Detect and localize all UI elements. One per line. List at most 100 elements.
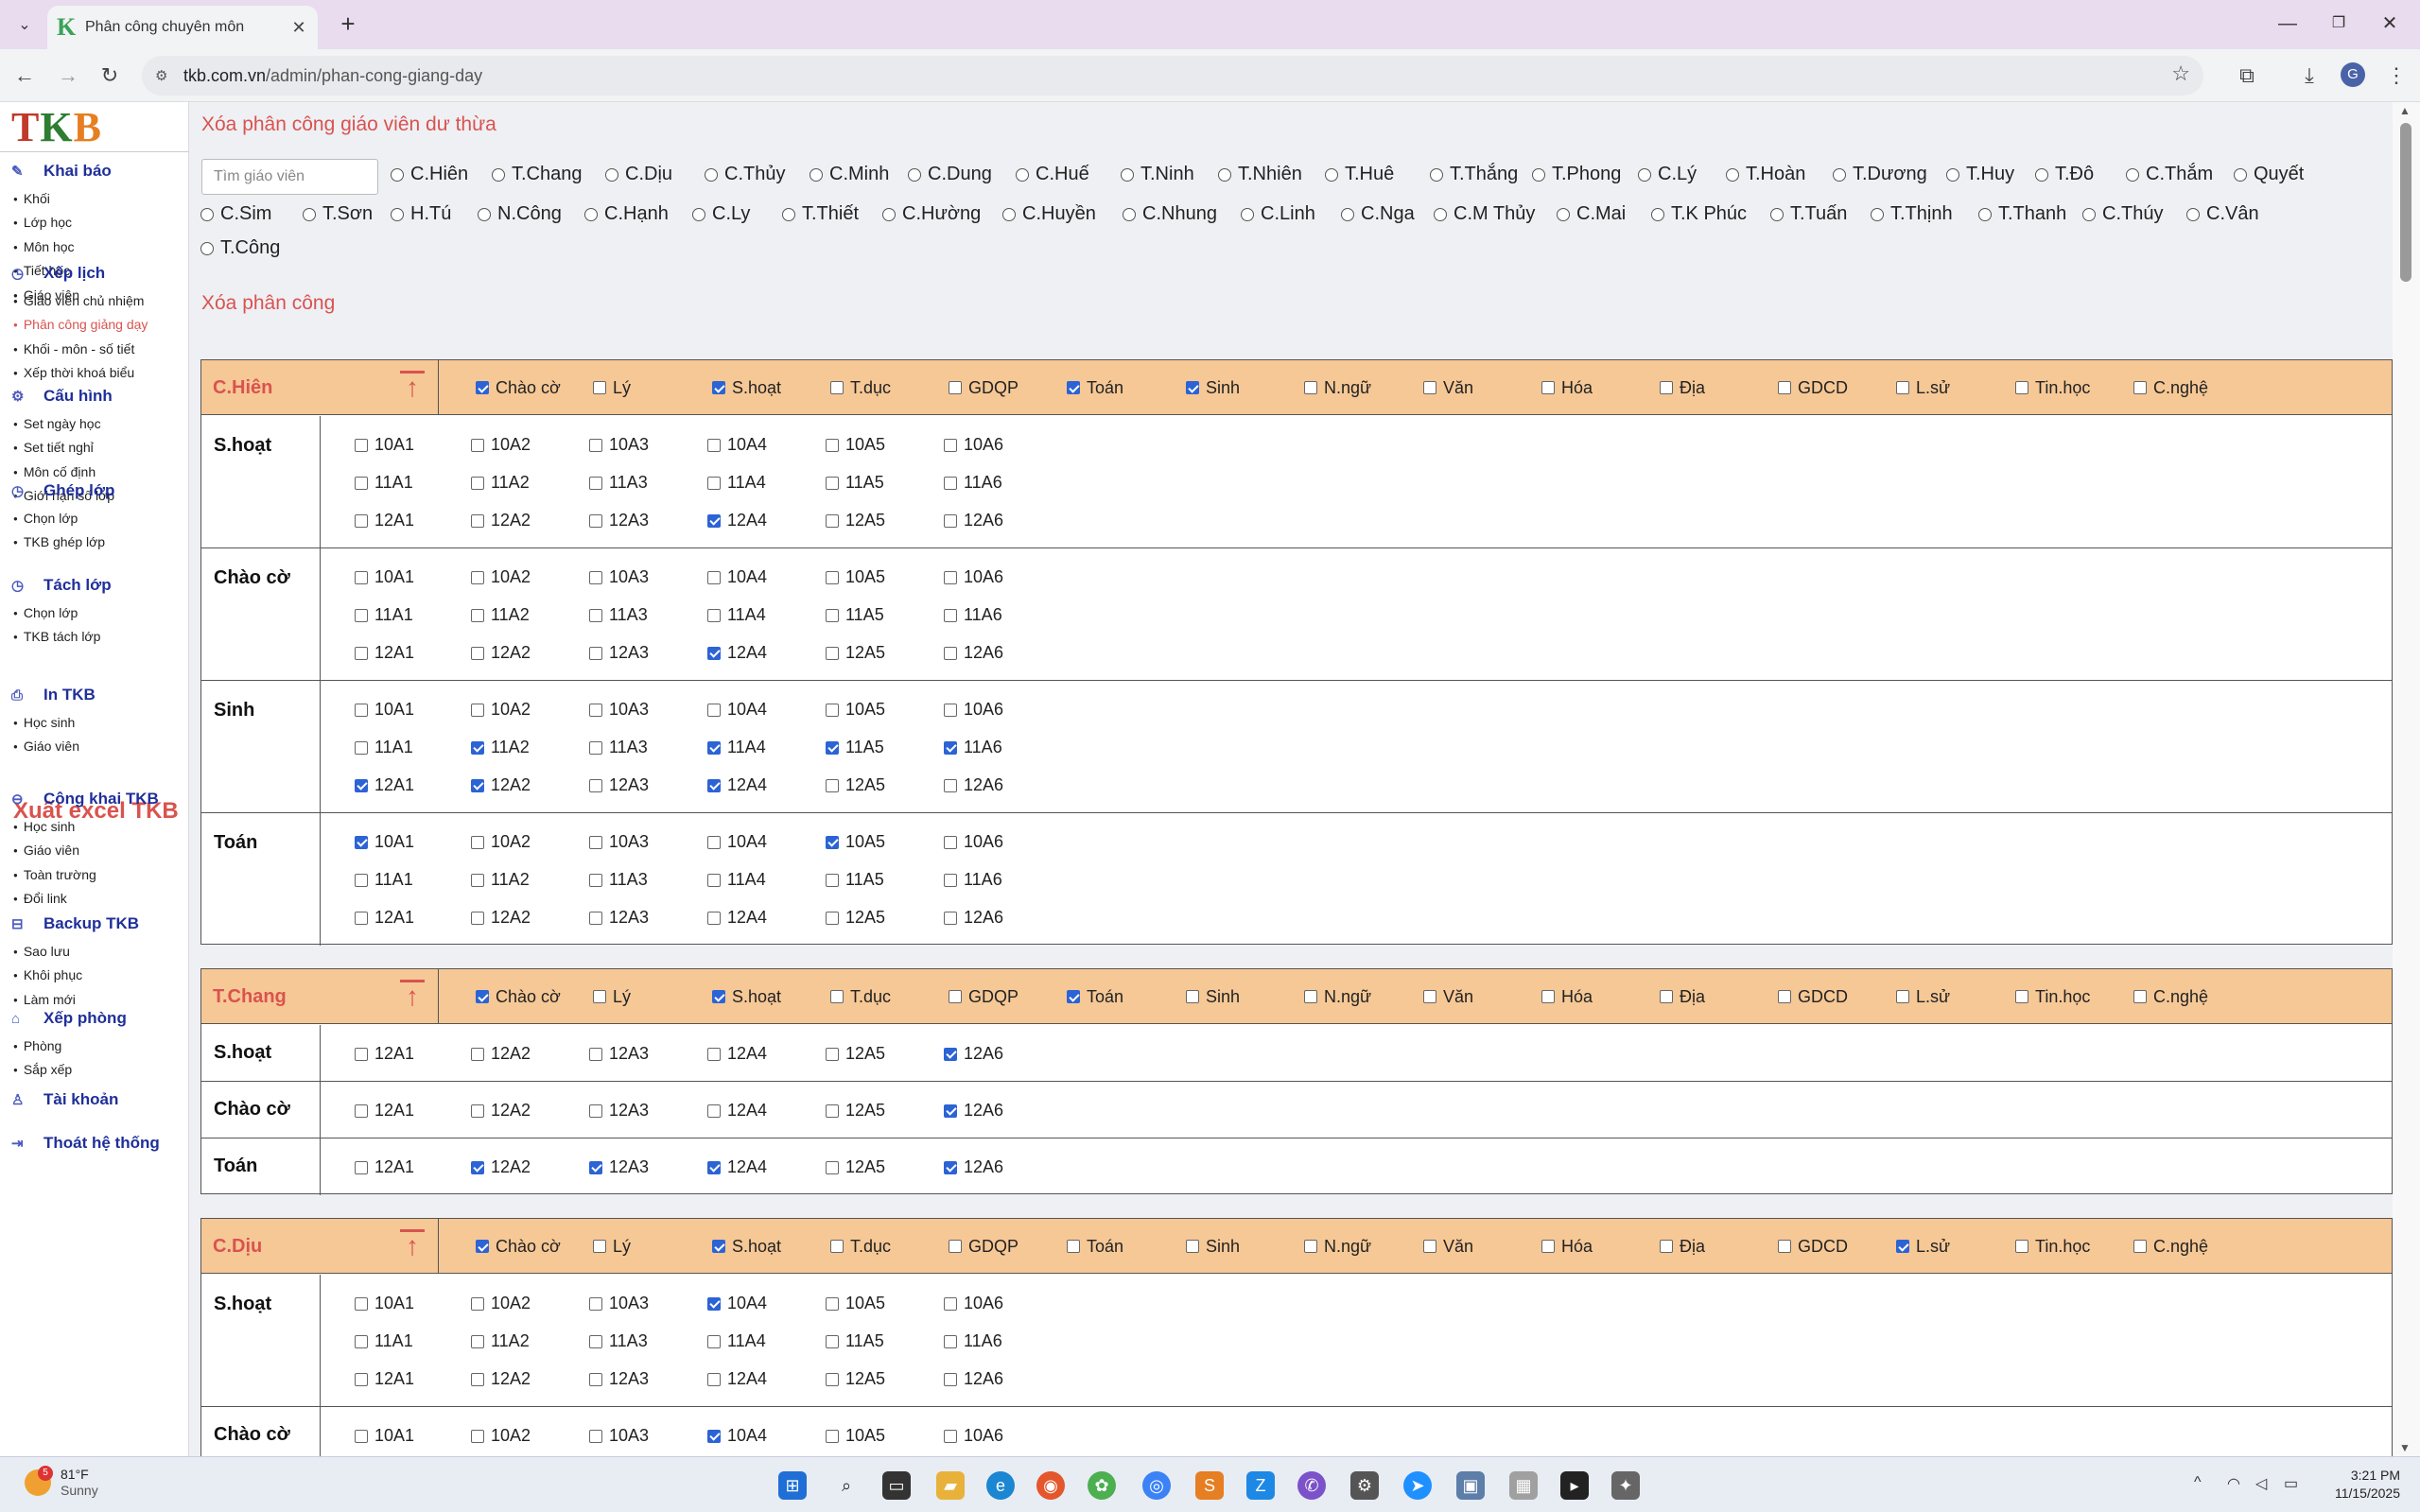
subject-checkbox[interactable]: Hóa — [1541, 360, 1593, 415]
class-checkbox[interactable]: 12A3 — [589, 643, 649, 663]
teacher-radio[interactable]: T.Thiết — [782, 203, 859, 225]
class-checkbox[interactable]: 12A4 — [707, 908, 767, 928]
new-tab-button[interactable]: + — [333, 9, 363, 40]
class-checkbox[interactable]: 11A4 — [707, 870, 766, 890]
class-checkbox[interactable]: 10A5 — [826, 1294, 885, 1313]
teacher-radio[interactable]: C.Nhung — [1123, 203, 1217, 225]
weather-widget[interactable]: 5 81°F Sunny — [25, 1466, 98, 1499]
class-checkbox[interactable]: 11A1 — [355, 738, 413, 757]
subject-checkbox[interactable]: Toán — [1067, 1219, 1123, 1274]
class-checkbox[interactable]: 11A1 — [355, 473, 413, 493]
teacher-radio[interactable]: T.Sơn — [303, 203, 373, 225]
sidebar-heading-1[interactable]: ◷ Xếp lịch — [0, 263, 189, 284]
subject-checkbox[interactable]: L.sử — [1896, 360, 1950, 415]
teacher-radio[interactable]: T.Hoàn — [1726, 164, 1805, 185]
class-checkbox[interactable]: 12A6 — [944, 643, 1003, 663]
remote-desktop-icon[interactable]: ▣ — [1456, 1471, 1485, 1500]
subject-checkbox[interactable]: Văn — [1423, 360, 1473, 415]
sidebar-item[interactable]: Môn học — [0, 235, 189, 259]
class-checkbox[interactable]: 10A3 — [589, 1426, 649, 1446]
class-checkbox[interactable]: 10A1 — [355, 435, 414, 455]
restore-icon[interactable]: ❐ — [2317, 9, 2360, 40]
class-checkbox[interactable]: 10A4 — [707, 567, 767, 587]
class-checkbox[interactable]: 11A2 — [471, 738, 530, 757]
sidebar-item[interactable]: Học sinh — [0, 815, 189, 839]
class-checkbox[interactable]: 11A3 — [589, 870, 648, 890]
sidebar-heading-5[interactable]: ⎙ In TKB — [0, 685, 189, 705]
class-checkbox[interactable]: 10A3 — [589, 567, 649, 587]
class-checkbox[interactable]: 11A3 — [589, 1331, 648, 1351]
class-checkbox[interactable]: 12A4 — [707, 775, 767, 795]
extensions-icon[interactable]: ⧉ — [2230, 59, 2264, 93]
class-checkbox[interactable]: 10A3 — [589, 435, 649, 455]
scroll-top-icon[interactable]: ↑ — [400, 371, 425, 403]
class-checkbox[interactable]: 12A1 — [355, 643, 414, 663]
class-checkbox[interactable]: 11A4 — [707, 605, 766, 625]
clock[interactable]: 3:21 PM 11/15/2025 — [2319, 1467, 2400, 1503]
class-checkbox[interactable]: 12A2 — [471, 775, 531, 795]
class-checkbox[interactable]: 10A2 — [471, 567, 531, 587]
class-checkbox[interactable]: 10A6 — [944, 1294, 1003, 1313]
sublime-icon[interactable]: S — [1195, 1471, 1224, 1500]
delete-assignment-link[interactable]: Xóa phân công — [201, 292, 335, 315]
class-checkbox[interactable]: 10A1 — [355, 567, 414, 587]
class-checkbox[interactable]: 10A1 — [355, 1426, 414, 1446]
class-checkbox[interactable]: 12A6 — [944, 1157, 1003, 1177]
teacher-radio[interactable]: C.Vân — [2186, 203, 2259, 225]
close-tab-icon[interactable]: ✕ — [289, 18, 308, 38]
teacher-radio[interactable]: C.Dung — [908, 164, 992, 185]
site-info-icon[interactable]: ⚙ — [155, 67, 183, 84]
teacher-radio[interactable]: C.Thủy — [705, 164, 785, 185]
teacher-radio[interactable]: T.Nhiên — [1218, 164, 1302, 185]
class-checkbox[interactable]: 12A4 — [707, 511, 767, 530]
teacher-radio[interactable]: C.Linh — [1241, 203, 1315, 225]
class-checkbox[interactable]: 12A2 — [471, 1369, 531, 1389]
minimize-icon[interactable]: — — [2266, 9, 2309, 40]
sidebar-heading-2[interactable]: ⚙ Cấu hình — [0, 386, 189, 407]
class-checkbox[interactable]: 12A4 — [707, 1369, 767, 1389]
class-checkbox[interactable]: 12A1 — [355, 1369, 414, 1389]
subject-checkbox[interactable]: Văn — [1423, 1219, 1473, 1274]
subject-checkbox[interactable]: Hóa — [1541, 1219, 1593, 1274]
class-checkbox[interactable]: 11A6 — [944, 1331, 1002, 1351]
subject-checkbox[interactable]: L.sử — [1896, 1219, 1950, 1274]
class-checkbox[interactable]: 12A1 — [355, 775, 414, 795]
sidebar-item[interactable]: Set ngày học — [0, 412, 189, 436]
subject-checkbox[interactable]: GDCD — [1778, 969, 1848, 1024]
class-checkbox[interactable]: 12A1 — [355, 511, 414, 530]
sidebar-item[interactable]: Phân công giảng dạy — [0, 313, 189, 337]
subject-checkbox[interactable]: L.sử — [1896, 969, 1950, 1024]
tray-chevron-icon[interactable]: ^ — [2194, 1474, 2202, 1491]
teacher-search-input[interactable] — [201, 159, 378, 195]
subject-checkbox[interactable]: Toán — [1067, 360, 1123, 415]
class-checkbox[interactable]: 10A5 — [826, 567, 885, 587]
sidebar-item[interactable]: Sao lưu — [0, 940, 189, 964]
class-checkbox[interactable]: 10A6 — [944, 435, 1003, 455]
class-checkbox[interactable]: 10A2 — [471, 1294, 531, 1313]
teacher-radio[interactable]: C.Nga — [1341, 203, 1415, 225]
class-checkbox[interactable]: 11A1 — [355, 605, 413, 625]
teacher-radio[interactable]: C.Ly — [692, 203, 750, 225]
sidebar-item[interactable]: Sắp xếp — [0, 1058, 189, 1082]
class-checkbox[interactable]: 12A3 — [589, 1157, 649, 1177]
battery-icon[interactable]: ▭ — [2284, 1474, 2298, 1493]
subject-checkbox[interactable]: T.dục — [830, 969, 891, 1024]
class-checkbox[interactable]: 12A5 — [826, 908, 885, 928]
class-checkbox[interactable]: 12A1 — [355, 1044, 414, 1064]
class-checkbox[interactable]: 12A5 — [826, 1101, 885, 1121]
class-checkbox[interactable]: 12A2 — [471, 1044, 531, 1064]
subject-checkbox[interactable]: T.dục — [830, 1219, 891, 1274]
chrome-icon[interactable]: ◎ — [1142, 1471, 1171, 1500]
teacher-radio[interactable]: T.Công — [200, 237, 280, 259]
class-checkbox[interactable]: 11A6 — [944, 738, 1002, 757]
class-checkbox[interactable]: 10A1 — [355, 700, 414, 720]
sidebar-heading-4[interactable]: ◷ Tách lớp — [0, 575, 189, 596]
close-window-icon[interactable]: ✕ — [2368, 9, 2411, 40]
class-checkbox[interactable]: 11A5 — [826, 870, 884, 890]
class-checkbox[interactable]: 11A1 — [355, 870, 413, 890]
class-checkbox[interactable]: 12A2 — [471, 1157, 531, 1177]
sidebar-item[interactable]: Đổi link — [0, 887, 189, 911]
class-checkbox[interactable]: 10A2 — [471, 700, 531, 720]
sidebar-heading-8[interactable]: ⌂ Xếp phòng — [0, 1008, 189, 1029]
subject-checkbox[interactable]: GDQP — [949, 1219, 1018, 1274]
